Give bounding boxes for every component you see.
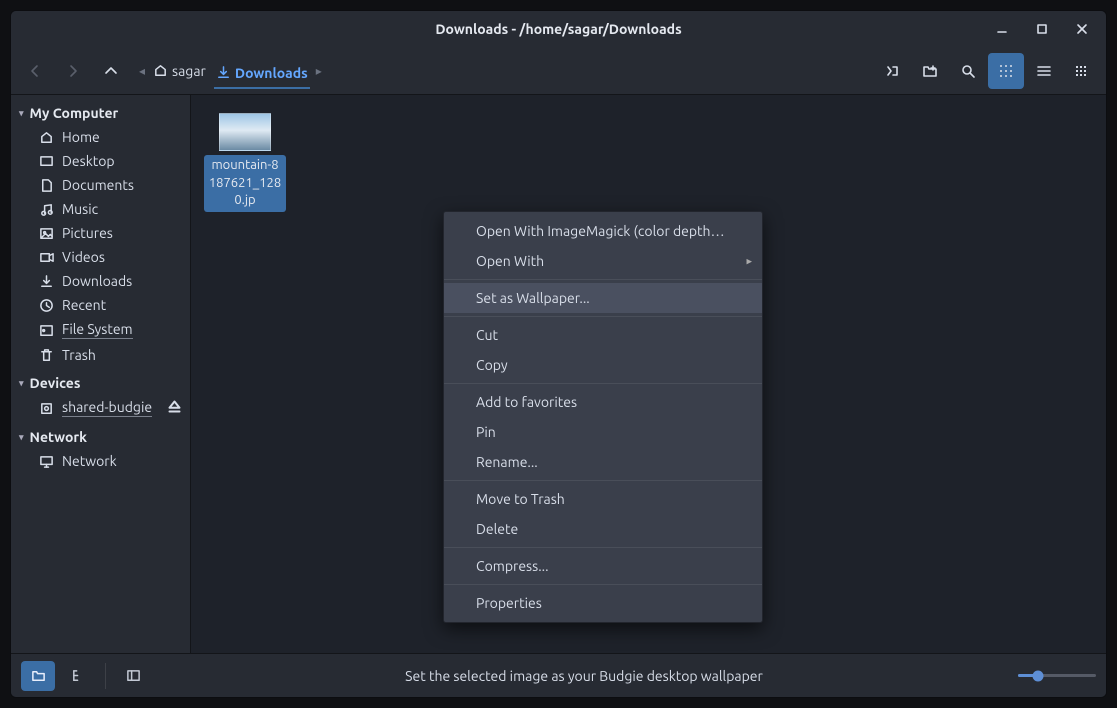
eject-icon[interactable] [167,399,182,417]
file-label: mountain-8187621_1280.jp [204,155,286,212]
body: ▾ My Computer Home Desktop Documents [11,95,1106,653]
statusbar: Set the selected image as your Budgie de… [11,653,1106,697]
show-places-button[interactable] [21,661,55,691]
menu-separator [444,316,762,317]
menu-pin[interactable]: Pin [444,417,762,447]
sidebar-section-devices[interactable]: ▾ Devices [11,371,190,395]
file-grid: mountain-8187621_1280.jp [191,95,1106,230]
window-title: Downloads - /home/sagar/Downloads [435,21,681,37]
menu-separator [444,383,762,384]
image-thumbnail-icon [219,113,271,151]
sidebar-item-downloads[interactable]: Downloads [11,269,190,293]
sidebar-item-videos[interactable]: Videos [11,245,190,269]
sidebar-item-trash[interactable]: Trash [11,343,190,367]
sidebar-item-home[interactable]: Home [11,125,190,149]
menu-separator [444,279,762,280]
file-item-mountain[interactable]: mountain-8187621_1280.jp [203,113,287,212]
breadcrumb: ◂ sagar Downloads ▸ [139,59,322,83]
window-controls [982,11,1102,47]
back-button[interactable] [17,53,53,89]
compact-view-button[interactable] [1064,53,1100,89]
chevron-left-icon[interactable]: ◂ [139,64,145,78]
toolbar: ◂ sagar Downloads ▸ [11,47,1106,95]
close-button[interactable] [1062,11,1102,47]
menu-add-to-favorites[interactable]: Add to favorites [444,387,762,417]
chevron-right-icon: ▸ [746,255,752,268]
minimize-button[interactable] [982,11,1022,47]
breadcrumb-current[interactable]: Downloads [214,61,310,89]
chevron-down-icon: ▾ [19,378,24,389]
menu-open-with-imagemagick[interactable]: Open With ImageMagick (color depth=… [444,216,762,246]
sidebar-item-recent[interactable]: Recent [11,293,190,317]
up-button[interactable] [93,53,129,89]
sidebar-item-pictures[interactable]: Pictures [11,221,190,245]
titlebar: Downloads - /home/sagar/Downloads [11,11,1106,47]
content-area[interactable]: mountain-8187621_1280.jp Open With Image… [191,95,1106,653]
icon-view-button[interactable] [988,53,1024,89]
status-text: Set the selected image as your Budgie de… [156,668,1012,684]
menu-move-to-trash[interactable]: Move to Trash [444,484,762,514]
breadcrumb-current-label: Downloads [235,65,308,81]
toggle-location-button[interactable] [874,53,910,89]
sidebar-item-shared-budgie[interactable]: shared-budgie [11,395,190,421]
show-tree-button[interactable] [61,661,95,691]
toggle-sidebar-button[interactable] [116,661,150,691]
sidebar-section-network[interactable]: ▾ Network [11,425,190,449]
breadcrumb-home[interactable]: sagar [151,59,208,83]
menu-separator [444,480,762,481]
breadcrumb-home-label: sagar [172,63,206,79]
menu-copy[interactable]: Copy [444,350,762,380]
menu-delete[interactable]: Delete [444,514,762,544]
menu-separator [444,547,762,548]
menu-cut[interactable]: Cut [444,320,762,350]
new-folder-button[interactable] [912,53,948,89]
list-view-button[interactable] [1026,53,1062,89]
chevron-right-icon[interactable]: ▸ [316,64,322,78]
menu-open-with[interactable]: Open With ▸ [444,246,762,276]
menu-properties[interactable]: Properties [444,588,762,618]
sidebar-item-desktop[interactable]: Desktop [11,149,190,173]
zoom-slider[interactable] [1018,667,1096,685]
menu-rename[interactable]: Rename... [444,447,762,477]
menu-compress[interactable]: Compress... [444,551,762,581]
chevron-down-icon: ▾ [19,108,24,119]
sidebar-section-my-computer[interactable]: ▾ My Computer [11,101,190,125]
search-button[interactable] [950,53,986,89]
forward-button[interactable] [55,53,91,89]
sidebar: ▾ My Computer Home Desktop Documents [11,95,191,653]
separator [105,663,106,689]
menu-set-as-wallpaper[interactable]: Set as Wallpaper... [444,283,762,313]
maximize-button[interactable] [1022,11,1062,47]
file-manager-window: Downloads - /home/sagar/Downloads ◂ [10,10,1107,698]
sidebar-item-documents[interactable]: Documents [11,173,190,197]
menu-separator [444,584,762,585]
sidebar-item-network[interactable]: Network [11,449,190,473]
sidebar-item-file-system[interactable]: File System [11,317,190,343]
context-menu: Open With ImageMagick (color depth=… Ope… [443,211,763,623]
chevron-down-icon: ▾ [19,432,24,443]
sidebar-item-music[interactable]: Music [11,197,190,221]
